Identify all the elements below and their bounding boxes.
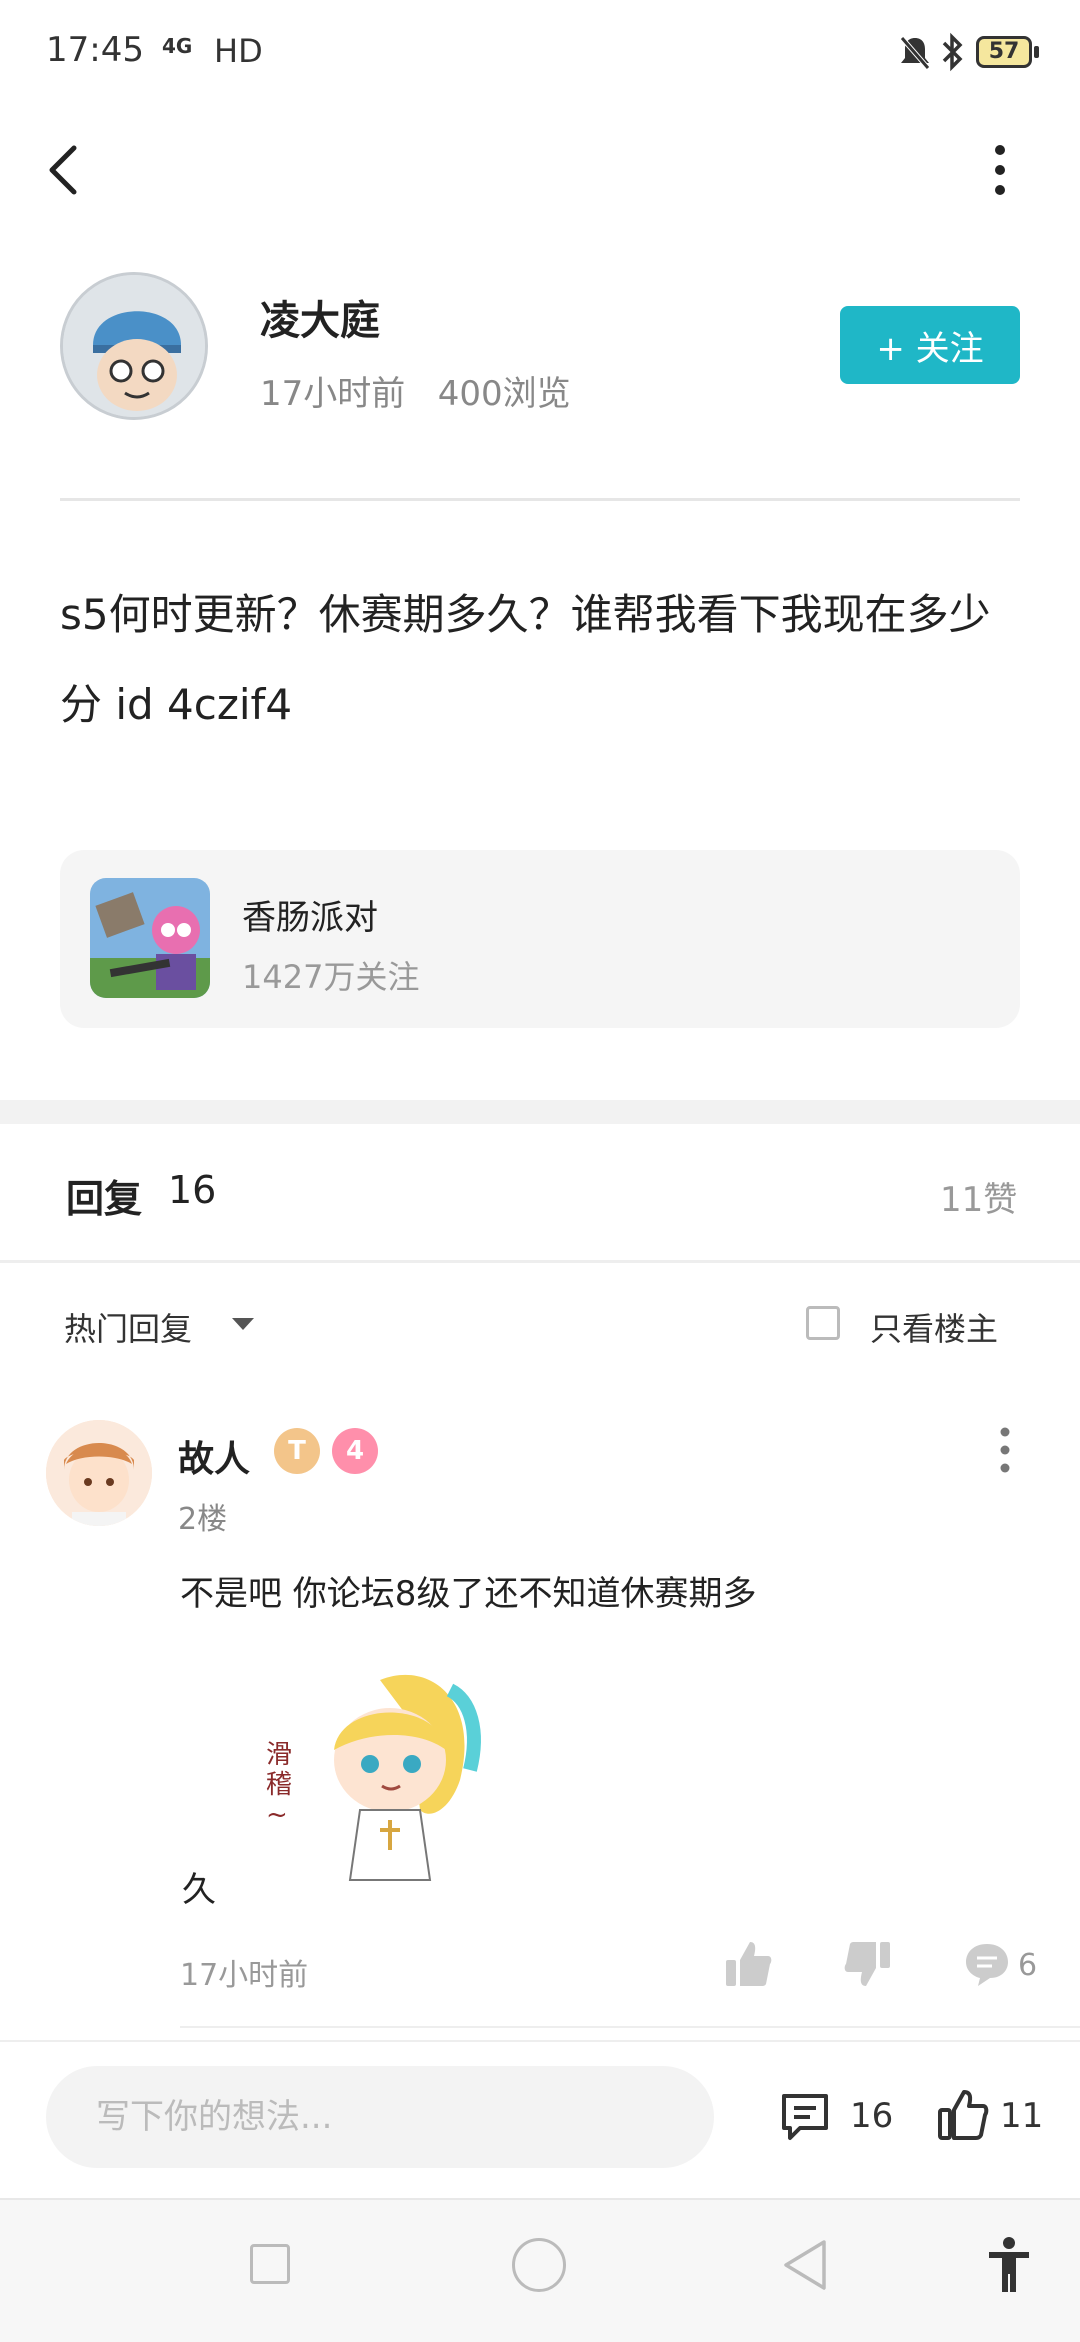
hd-indicator: HD (214, 32, 263, 70)
divider (60, 498, 1020, 501)
battery-indicator: 57 (976, 36, 1032, 68)
thumb-up-icon[interactable] (936, 2088, 990, 2142)
replies-count: 16 (168, 1168, 217, 1212)
thumb-up-icon[interactable] (722, 1938, 774, 1990)
accessibility-icon[interactable] (986, 2236, 1032, 2294)
replies-title: 回复 (66, 1177, 143, 1221)
battery-tip (1034, 46, 1039, 58)
level-badge: 4 (332, 1428, 378, 1474)
thumb-down-icon[interactable] (842, 1938, 894, 1990)
mute-icon (900, 36, 930, 70)
divider (0, 1260, 1080, 1263)
comment-input[interactable] (46, 2066, 714, 2168)
home-button[interactable] (512, 2238, 566, 2292)
post-content: s5何时更新？休赛期多久？谁帮我看下我现在多少分 id 4czif4 (60, 590, 991, 729)
reply-username[interactable]: 故人 (178, 1430, 250, 1482)
comment-icon[interactable] (778, 2090, 832, 2142)
reply-floor: 2楼 (178, 1502, 228, 1537)
post-time: 17小时前 (260, 374, 406, 414)
more-icon[interactable] (980, 140, 1020, 200)
network-indicator: 4G (162, 34, 193, 58)
back-icon[interactable] (40, 140, 90, 200)
divider (180, 2026, 1080, 2028)
nav-back-icon[interactable] (780, 2238, 830, 2292)
sticker-caption: 滑稽~ (266, 1740, 293, 1830)
reply-content: 不是吧 你论坛8级了还不知道休赛期多 (180, 1574, 757, 1614)
section-separator (0, 1100, 1080, 1124)
bluetooth-icon (942, 32, 963, 72)
game-name: 香肠派对 (242, 898, 378, 938)
reply-comment-count: 6 (1018, 1948, 1038, 1983)
author-avatar[interactable] (60, 272, 208, 420)
comment-count: 16 (850, 2096, 894, 2136)
owner-only-filter[interactable]: 只看楼主 (870, 1304, 998, 1350)
title-badge: T (274, 1428, 320, 1474)
post-meta: 17小时前 400浏览 (260, 366, 571, 415)
post-views: 400浏览 (437, 374, 571, 414)
recent-apps-button[interactable] (250, 2244, 290, 2284)
follow-button[interactable]: + 关注 (840, 306, 1020, 384)
sticker-image: 滑稽~ (260, 1660, 500, 1890)
reply-content-end: 久 (182, 1870, 216, 1910)
sort-dropdown[interactable]: 热门回复 (64, 1304, 192, 1350)
chevron-down-icon[interactable] (232, 1318, 254, 1330)
author-name[interactable]: 凌大庭 (260, 288, 380, 346)
game-followers: 1427万关注 (242, 958, 420, 996)
game-icon (90, 878, 210, 998)
status-time: 17:45 (46, 30, 144, 70)
reply-time: 17小时前 (180, 1958, 309, 1993)
likes-total: 11赞 (940, 1180, 1018, 1220)
more-icon[interactable] (990, 1420, 1020, 1480)
like-count: 11 (1000, 2096, 1044, 2136)
reply-avatar[interactable] (46, 1420, 152, 1526)
check-box-icon[interactable] (806, 1306, 840, 1340)
comment-icon[interactable] (962, 1940, 1012, 1988)
